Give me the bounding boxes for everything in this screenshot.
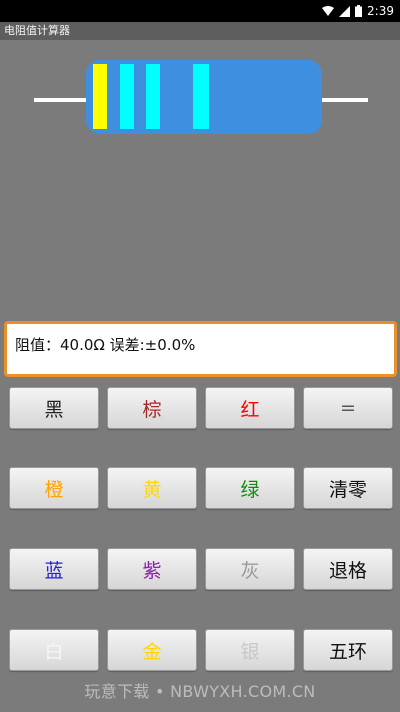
resistor-band-4: [193, 64, 209, 129]
result-text: 阻值：40.0Ω 误差:±0.0%: [15, 336, 196, 354]
btn-green[interactable]: 绿: [205, 467, 295, 509]
btn-white[interactable]: 白: [9, 629, 99, 671]
status-icons: 2:39: [322, 3, 394, 19]
resistor-lead-right: [318, 98, 368, 102]
btn-gold[interactable]: 金: [107, 629, 197, 671]
wifi-icon: [322, 5, 335, 16]
resistor-band-1: [93, 64, 107, 129]
signal-icon: [339, 5, 351, 17]
btn-brown[interactable]: 棕: [107, 387, 197, 429]
resistor-illustration: [34, 60, 368, 134]
watermark-text: 玩意下载 • NBWYXH.COM.CN: [84, 682, 316, 701]
status-bar: 2:39: [0, 0, 400, 22]
btn-clear[interactable]: 清零: [303, 467, 393, 509]
btn-backspace[interactable]: 退格: [303, 548, 393, 590]
resistor-band-2: [120, 64, 134, 129]
btn-black[interactable]: 黑: [9, 387, 99, 429]
btn-orange[interactable]: 橙: [9, 467, 99, 509]
app-title-bar: 电阻值计算器: [0, 22, 400, 40]
btn-red[interactable]: 红: [205, 387, 295, 429]
app-title: 电阻值计算器: [4, 24, 70, 37]
btn-yellow[interactable]: 黄: [107, 467, 197, 509]
btn-equals[interactable]: =: [303, 387, 393, 429]
result-display: 阻值：40.0Ω 误差:±0.0%: [4, 321, 397, 377]
btn-five-band[interactable]: 五环: [303, 629, 393, 671]
btn-blue[interactable]: 蓝: [9, 548, 99, 590]
btn-silver[interactable]: 银: [205, 629, 295, 671]
btn-purple[interactable]: 紫: [107, 548, 197, 590]
resistor-lead-left: [34, 98, 90, 102]
resistor-band-3: [146, 64, 160, 129]
btn-gray[interactable]: 灰: [205, 548, 295, 590]
status-time: 2:39: [367, 4, 394, 18]
battery-icon: [355, 5, 363, 17]
